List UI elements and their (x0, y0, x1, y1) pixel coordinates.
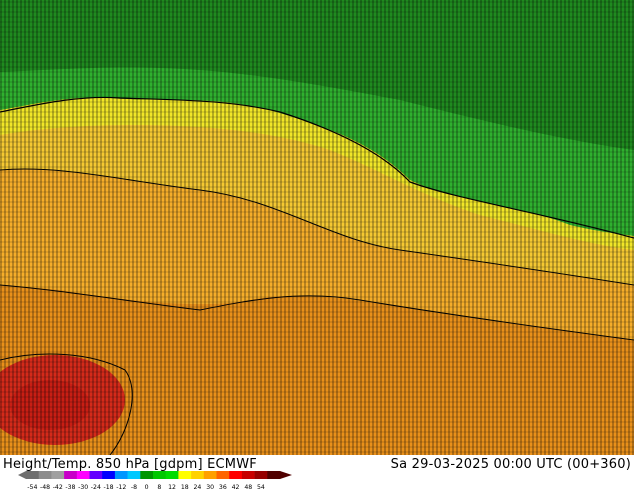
legend-swatch (89, 471, 103, 479)
legend-swatch (216, 471, 230, 479)
legend-tick-label: -12 (116, 484, 126, 490)
legend-swatch (114, 471, 128, 479)
legend-tick-label: -18 (103, 484, 113, 490)
legend-tick-label: -30 (78, 484, 88, 490)
color-legend: -54 -48 -42 -38 -30 -24 -18 -12 -8 0 8 12 18 24 30 36 42… (18, 471, 292, 490)
legend-swatch (76, 471, 90, 479)
legend-tick-label: 54 (257, 484, 265, 490)
weather-map (0, 0, 634, 455)
legend-swatch (51, 471, 65, 479)
legend-tick-label: -8 (131, 484, 137, 490)
legend-swatch (267, 471, 281, 479)
legend-tick-label: 24 (194, 484, 202, 490)
color-legend-ticks: -54 -48 -42 -38 -30 -24 -18 -12 -8 0 8 12 18 24 30 36 42… (27, 484, 265, 490)
legend-tick-label: 30 (206, 484, 214, 490)
legend-tick-label: -54 (27, 484, 37, 490)
legend-swatch (153, 471, 166, 479)
valid-datetime: Sa 29-03-2025 00:00 UTC (00+360) (390, 457, 631, 472)
legend-tick-label: 12 (168, 484, 176, 490)
legend-swatch (165, 471, 179, 479)
legend-tick-label: 18 (181, 484, 189, 490)
legend-swatch (64, 471, 78, 479)
legend-swatch (254, 471, 268, 479)
legend-swatch (127, 471, 141, 479)
legend-swatch (229, 471, 243, 479)
legend-tick-label: 48 (244, 484, 252, 490)
legend-tick-label: -24 (91, 484, 101, 490)
legend-swatch (191, 471, 205, 479)
legend-swatch (241, 471, 255, 479)
legend-tick-label: -42 (53, 484, 63, 490)
legend-arrow-right (280, 471, 292, 479)
legend-tick-label: 36 (219, 484, 227, 490)
legend-arrow-left (18, 471, 26, 479)
legend-swatch (203, 471, 217, 479)
legend-tick-label: 8 (157, 484, 161, 490)
legend-tick-label: 0 (145, 484, 149, 490)
legend-tick-label: 42 (232, 484, 240, 490)
contour-lines-secondary (0, 0, 634, 455)
legend-swatch (102, 471, 116, 479)
legend-tick-label: -48 (40, 484, 50, 490)
legend-swatch (178, 471, 192, 479)
legend-tick-label: -38 (65, 484, 75, 490)
legend-swatch (26, 471, 39, 479)
legend-swatch (140, 471, 154, 479)
color-legend-swatches (18, 471, 292, 479)
legend-swatch (38, 471, 52, 479)
chart-title: Height/Temp. 850 hPa [gdpm] ECMWF (3, 457, 257, 472)
